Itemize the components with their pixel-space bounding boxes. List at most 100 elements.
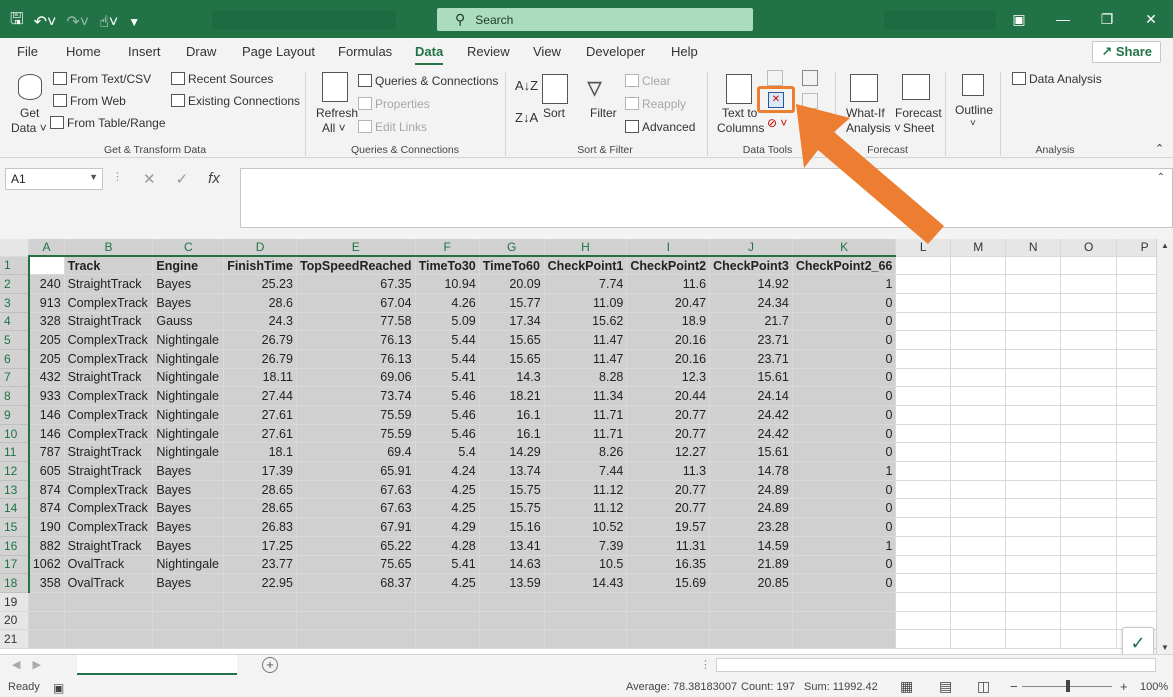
cell[interactable]: [1060, 498, 1118, 519]
cell[interactable]: 16.35: [626, 555, 711, 575]
cell[interactable]: [544, 611, 628, 631]
normal-view-icon[interactable]: ▦: [900, 678, 913, 695]
cell[interactable]: [950, 536, 1007, 556]
cell[interactable]: [895, 424, 952, 444]
cell[interactable]: [1005, 442, 1062, 463]
cell[interactable]: OvalTrack: [64, 573, 154, 593]
cell[interactable]: 15.75: [479, 498, 545, 519]
cell[interactable]: ComplexTrack: [64, 349, 154, 369]
cell[interactable]: [1060, 330, 1118, 350]
tab-formulas[interactable]: Formulas: [338, 44, 392, 59]
cell[interactable]: 0: [792, 312, 897, 332]
cell[interactable]: [895, 480, 952, 500]
cell[interactable]: [1060, 555, 1118, 575]
cell[interactable]: [792, 592, 897, 612]
cell[interactable]: [1060, 312, 1118, 332]
cell[interactable]: 15.65: [479, 349, 545, 369]
cell[interactable]: [1060, 424, 1118, 444]
cell[interactable]: StraightTrack: [64, 312, 154, 332]
cell[interactable]: 18.9: [626, 312, 711, 332]
tab-home[interactable]: Home: [66, 44, 101, 59]
enter-icon[interactable]: ✓: [176, 170, 189, 188]
cell[interactable]: 15.69: [626, 573, 711, 593]
cell[interactable]: 328: [28, 312, 65, 332]
cell[interactable]: [296, 592, 416, 612]
cell[interactable]: [152, 611, 225, 631]
vertical-scrollbar[interactable]: ▲ ▼: [1156, 239, 1173, 654]
row-header[interactable]: 4: [0, 312, 30, 332]
cell[interactable]: [895, 573, 952, 593]
page-break-view-icon[interactable]: ◫: [977, 678, 990, 695]
cell[interactable]: [296, 629, 416, 649]
cell[interactable]: CheckPoint1: [544, 256, 628, 276]
cell[interactable]: [895, 517, 952, 537]
cell[interactable]: 18.21: [479, 386, 545, 406]
cell[interactable]: 11.34: [544, 386, 628, 406]
cell[interactable]: 4.26: [415, 293, 480, 313]
cell[interactable]: [950, 629, 1007, 649]
cell[interactable]: [1060, 442, 1118, 463]
properties-button[interactable]: Properties: [358, 97, 430, 111]
existing-connections-button[interactable]: Existing Connections: [171, 94, 300, 108]
cell[interactable]: 20.77: [626, 498, 711, 519]
tab-draw[interactable]: Draw: [186, 44, 216, 59]
cell[interactable]: 10.52: [544, 517, 628, 537]
formula-input[interactable]: [240, 168, 1173, 228]
cell[interactable]: [1005, 573, 1062, 593]
cell[interactable]: 24.34: [709, 293, 793, 313]
collapse-ribbon-icon[interactable]: ⌃: [1155, 142, 1164, 155]
accessibility-icon[interactable]: ▣: [53, 681, 64, 695]
cell[interactable]: Nightingale: [152, 368, 225, 388]
cell[interactable]: 14.59: [709, 536, 793, 556]
cell[interactable]: [950, 592, 1007, 612]
cell[interactable]: [1005, 312, 1062, 332]
cell[interactable]: 4.24: [415, 461, 480, 481]
cell[interactable]: ComplexTrack: [64, 498, 154, 519]
cell[interactable]: [1060, 293, 1118, 313]
status-average[interactable]: Average: 78.38183007: [626, 681, 737, 693]
cell[interactable]: Nightingale: [152, 330, 225, 350]
cell[interactable]: [950, 461, 1007, 481]
row-header[interactable]: 16: [0, 536, 30, 556]
cell[interactable]: 205: [28, 349, 65, 369]
cell[interactable]: [950, 349, 1007, 369]
sheet-table[interactable]: ABCDEFGHIJKLMNOP 1 Track Engine FinishTime T…: [0, 239, 1173, 649]
cell[interactable]: [1060, 573, 1118, 593]
cell[interactable]: 4.28: [415, 536, 480, 556]
cell[interactable]: 11.31: [626, 536, 711, 556]
cell[interactable]: 24.42: [709, 405, 793, 425]
sheet-nav-arrows[interactable]: ◀▶: [12, 658, 53, 671]
cell[interactable]: ComplexTrack: [64, 293, 154, 313]
cell[interactable]: 11.71: [544, 405, 628, 425]
cell[interactable]: OvalTrack: [64, 555, 154, 575]
cell[interactable]: [895, 611, 952, 631]
cell[interactable]: 11.47: [544, 349, 628, 369]
column-header-g[interactable]: G: [479, 239, 545, 257]
maximize-icon[interactable]: ❐: [1085, 0, 1129, 38]
outline-button[interactable]: Outline: [955, 103, 993, 117]
sort-descending-icon[interactable]: Z↓A: [515, 110, 538, 125]
cell[interactable]: [28, 592, 65, 612]
cell[interactable]: CheckPoint3: [709, 256, 793, 276]
ribbon-display-icon[interactable]: ▣: [997, 0, 1041, 38]
cell[interactable]: 24.89: [709, 498, 793, 519]
cancel-icon[interactable]: ✕: [143, 170, 156, 188]
cell[interactable]: 874: [28, 480, 65, 500]
cell[interactable]: [950, 405, 1007, 425]
cell[interactable]: 27.61: [223, 424, 297, 444]
cell[interactable]: Nightingale: [152, 555, 225, 575]
horizontal-scrollbar[interactable]: [716, 658, 1156, 672]
cell[interactable]: StraightTrack: [64, 461, 154, 481]
row-header[interactable]: 3: [0, 293, 30, 313]
cell[interactable]: [1060, 256, 1118, 276]
cell[interactable]: 77.58: [296, 312, 416, 332]
cell[interactable]: 0: [792, 424, 897, 444]
cell[interactable]: [1005, 592, 1062, 612]
tab-page-layout[interactable]: Page Layout: [242, 44, 315, 59]
cell[interactable]: 26.83: [223, 517, 297, 537]
cell[interactable]: [950, 498, 1007, 519]
name-box[interactable]: A1 ▼: [5, 168, 103, 190]
cell[interactable]: ComplexTrack: [64, 405, 154, 425]
row-header[interactable]: 5: [0, 330, 30, 350]
row-header[interactable]: 2: [0, 274, 30, 294]
